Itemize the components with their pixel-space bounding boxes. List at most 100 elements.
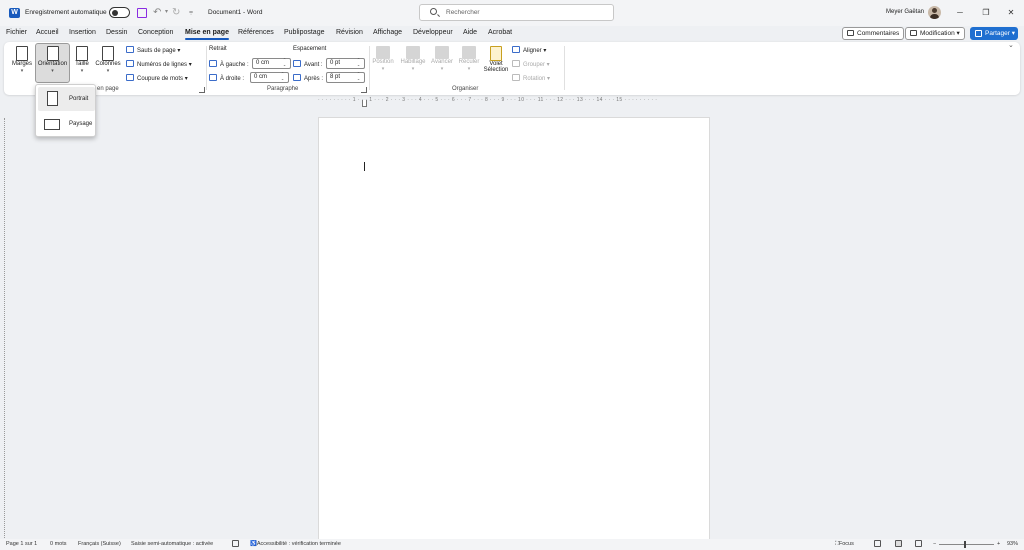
- focus-button[interactable]: ⛶Focus: [835, 541, 854, 548]
- spacing-after-label: Après :: [293, 74, 323, 82]
- accessibility-status[interactable]: ♿Accessibilité : vérification terminée: [250, 541, 341, 547]
- search-box[interactable]: Rechercher: [419, 4, 614, 21]
- tab-conception[interactable]: Conception: [138, 29, 173, 36]
- zoom-slider-thumb[interactable]: [964, 541, 966, 548]
- minimize-icon[interactable]: ─: [953, 6, 967, 19]
- wrap-text-label: Habillage: [400, 59, 426, 65]
- line-numbers-label: Numéros de lignes: [137, 62, 188, 68]
- indent-left-icon: [209, 60, 217, 67]
- indent-left-input[interactable]: 0 cm: [252, 57, 291, 69]
- group-label-organiser: Organiser: [452, 86, 479, 92]
- position-button[interactable]: Position ▾: [371, 44, 395, 72]
- language[interactable]: Français (Suisse): [78, 541, 121, 547]
- vertical-ruler[interactable]: [4, 118, 10, 538]
- undo-dropdown-icon[interactable]: ▾: [165, 6, 168, 19]
- tab-developpeur[interactable]: Développeur: [413, 29, 453, 36]
- print-layout-icon[interactable]: [895, 540, 902, 547]
- avatar[interactable]: [928, 6, 941, 19]
- macro-icon[interactable]: [232, 540, 239, 547]
- align-button[interactable]: Aligner ▾: [512, 46, 546, 54]
- pencil-icon: [910, 30, 917, 36]
- web-layout-icon[interactable]: [915, 540, 922, 547]
- read-mode-icon[interactable]: [874, 540, 881, 547]
- zoom-out-button[interactable]: −: [933, 541, 936, 547]
- send-backward-icon: [462, 46, 476, 59]
- send-backward-button[interactable]: Reculer ▾: [457, 44, 481, 72]
- autosave-toggle[interactable]: [109, 7, 130, 18]
- document-page[interactable]: [318, 117, 710, 542]
- spacing-after-input[interactable]: 8 pt: [326, 71, 365, 83]
- spacing-after-icon: [293, 74, 301, 81]
- chevron-down-icon: ▾: [411, 66, 415, 72]
- rotate-label: Rotation: [523, 76, 546, 82]
- tab-references[interactable]: Références: [238, 29, 274, 36]
- line-numbers-button[interactable]: Numéros de lignes ▾: [126, 60, 192, 68]
- tab-aide[interactable]: Aide: [463, 29, 477, 36]
- restore-icon[interactable]: ❐: [979, 6, 993, 19]
- page-setup-launcher-icon[interactable]: [199, 87, 205, 93]
- size-icon: [76, 46, 88, 61]
- zoom-slider[interactable]: [939, 544, 994, 545]
- text-predictions[interactable]: Saisie semi-automatique : activée: [131, 541, 213, 547]
- word-count[interactable]: 0 mots: [50, 541, 67, 547]
- breaks-button[interactable]: Sauts de page ▾: [126, 46, 180, 54]
- page-count[interactable]: Page 1 sur 1: [6, 541, 37, 547]
- margins-button[interactable]: Marges ▾: [9, 44, 35, 74]
- share-label: Partager: [985, 30, 1010, 37]
- share-icon: [975, 30, 982, 37]
- indent-marker-icon[interactable]: [362, 100, 367, 107]
- group-separator: [369, 46, 370, 90]
- landscape-icon: [44, 119, 60, 130]
- orientation-button-content[interactable]: Orientation ▾: [35, 44, 70, 74]
- tab-publipostage[interactable]: Publipostage: [284, 29, 324, 36]
- selection-pane-button[interactable]: Volet Sélection: [483, 44, 509, 73]
- hyphenation-icon: [126, 74, 134, 81]
- rotate-button[interactable]: Rotation ▾: [512, 74, 550, 82]
- indent-left-label: À gauche :: [209, 60, 249, 68]
- spacing-before-input[interactable]: 0 pt: [326, 57, 365, 69]
- customize-qat-icon[interactable]: ⩦: [189, 6, 193, 19]
- ribbon-collapse-chevron-icon[interactable]: ⌄: [1008, 41, 1014, 49]
- send-backward-label: Reculer: [458, 59, 480, 65]
- close-icon[interactable]: ✕: [1004, 6, 1018, 19]
- portrait-label: Portrait: [69, 96, 89, 102]
- indent-right-input[interactable]: 0 cm: [250, 71, 289, 83]
- breaks-icon: [126, 46, 134, 53]
- columns-button[interactable]: Colonnes ▾: [94, 44, 122, 74]
- undo-icon[interactable]: ↶: [153, 6, 161, 19]
- size-button[interactable]: Taille ▾: [72, 44, 92, 74]
- tab-affichage[interactable]: Affichage: [373, 29, 402, 36]
- tab-dessin[interactable]: Dessin: [106, 29, 127, 36]
- align-icon: [512, 46, 520, 53]
- landscape-label: Paysage: [69, 121, 93, 127]
- tab-revision[interactable]: Révision: [336, 29, 363, 36]
- columns-label: Colonnes: [95, 61, 121, 67]
- comments-button[interactable]: Commentaires: [842, 27, 905, 40]
- spacing-before-icon: [293, 60, 301, 67]
- chevron-down-icon: ▾: [381, 66, 385, 72]
- tab-accueil[interactable]: Accueil: [36, 29, 59, 36]
- focus-label: Focus: [838, 541, 854, 547]
- share-button[interactable]: Partager ▾: [970, 27, 1018, 40]
- editing-mode-button[interactable]: Modification ▾: [905, 27, 965, 40]
- tab-mise-en-page[interactable]: Mise en page: [185, 29, 229, 40]
- redo-icon[interactable]: ↻: [172, 6, 180, 19]
- zoom-level[interactable]: 93%: [1007, 541, 1018, 547]
- user-name[interactable]: Meyer Gaëtan: [886, 9, 924, 15]
- orientation-portrait-item[interactable]: Portrait: [38, 87, 95, 111]
- horizontal-ruler[interactable]: · · · · · · · · · 1 · · · 1 · · · 2 · · …: [318, 97, 710, 104]
- bring-forward-button[interactable]: Avancer ▾: [430, 44, 454, 72]
- hyphenation-button[interactable]: Coupure de mots ▾: [126, 74, 188, 82]
- save-icon[interactable]: [137, 8, 147, 18]
- chevron-down-icon: ▾: [106, 68, 110, 74]
- indent-heading: Retrait: [209, 46, 227, 52]
- tab-fichier[interactable]: Fichier: [6, 29, 27, 36]
- chevron-down-icon: ▾: [440, 66, 444, 72]
- group-objects-button[interactable]: Grouper ▾: [512, 60, 550, 68]
- zoom-in-button[interactable]: +: [997, 541, 1000, 547]
- tab-insertion[interactable]: Insertion: [69, 29, 96, 36]
- paragraph-launcher-icon[interactable]: [361, 87, 367, 93]
- wrap-text-button[interactable]: Habillage ▾: [400, 44, 426, 72]
- orientation-landscape-item[interactable]: Paysage: [38, 112, 95, 136]
- tab-acrobat[interactable]: Acrobat: [488, 29, 512, 36]
